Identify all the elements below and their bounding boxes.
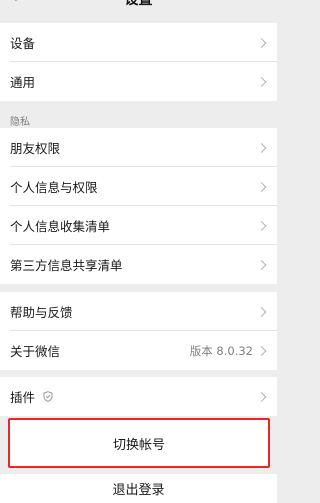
settings-item-label: 设备	[10, 36, 36, 51]
chevron-right-icon	[256, 391, 267, 402]
settings-item-label: 通用	[10, 75, 36, 90]
settings-item-plugins[interactable]: 插件	[0, 377, 277, 416]
chevron-right-icon	[256, 259, 267, 270]
logout-button[interactable]: 退出登录	[0, 474, 277, 503]
settings-group-plugins: 插件	[0, 377, 277, 416]
version-value: 版本 8.0.32	[189, 343, 253, 358]
page-title: 设置	[124, 0, 153, 8]
settings-group-general: 设备 通用	[0, 23, 277, 101]
chevron-right-icon	[256, 37, 267, 48]
settings-item-friend-permissions[interactable]: 朋友权限	[0, 128, 277, 167]
chevron-right-icon	[256, 220, 267, 231]
settings-item-personal-info-collection[interactable]: 个人信息收集清单	[0, 206, 277, 245]
settings-item-label: 个人信息与权限	[10, 180, 98, 195]
settings-item-third-party-sharing[interactable]: 第三方信息共享清单	[0, 245, 277, 284]
section-label-privacy: 隐私	[10, 117, 30, 128]
settings-item-label: 帮助与反馈	[10, 305, 73, 320]
chevron-right-icon	[256, 345, 267, 356]
settings-item-label: 个人信息收集清单	[10, 219, 111, 234]
settings-item-label: 朋友权限	[10, 141, 61, 156]
settings-item-label: 第三方信息共享清单	[10, 258, 123, 273]
chevron-right-icon	[256, 306, 267, 317]
settings-group-privacy: 朋友权限 个人信息与权限 个人信息收集清单 第三方信息共享清单	[0, 128, 277, 284]
settings-item-devices[interactable]: 设备	[0, 23, 277, 62]
switch-account-button[interactable]: 切换帐号	[8, 418, 270, 468]
settings-item-help-feedback[interactable]: 帮助与反馈	[0, 292, 277, 331]
navigation-bar: ‹ 设置	[0, 0, 277, 8]
settings-item-label: 插件	[10, 390, 36, 405]
chevron-right-icon	[256, 142, 267, 153]
shield-icon	[43, 391, 53, 402]
settings-group-about: 帮助与反馈 关于微信 版本 8.0.32	[0, 292, 277, 370]
chevron-right-icon	[256, 76, 267, 87]
settings-item-general[interactable]: 通用	[0, 62, 277, 101]
settings-item-label: 关于微信	[10, 344, 61, 359]
settings-item-personal-info-permissions[interactable]: 个人信息与权限	[0, 167, 277, 206]
settings-item-about-wechat[interactable]: 关于微信 版本 8.0.32	[0, 331, 277, 370]
chevron-right-icon	[256, 181, 267, 192]
